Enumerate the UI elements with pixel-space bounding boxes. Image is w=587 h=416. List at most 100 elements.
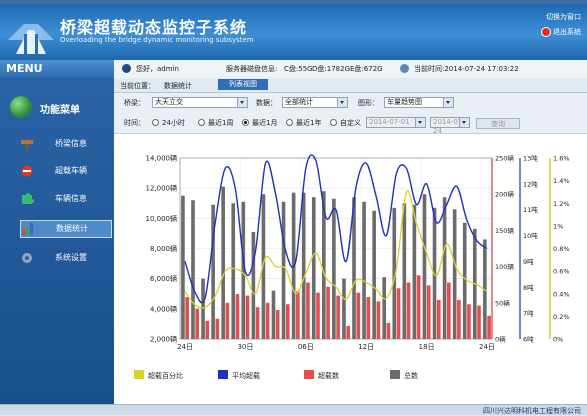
breadcrumb-label: 当前位置： [120,82,155,90]
line-overload-percent [184,190,488,309]
right-axis-percent-tick: 0.8% [553,245,570,253]
bar-overload-count [386,323,391,339]
bar-total [412,204,417,339]
disk-e: E盘:672G [350,65,383,73]
bar-overload-count [235,294,240,339]
sidebar-item-label: 桥梁信息 [55,139,87,148]
right-axis-count-tick: 50辆 [495,298,510,307]
radio-week[interactable] [198,119,205,126]
right-axis-weight-tick: 9吨 [523,257,534,266]
radio-24h[interactable] [152,119,159,126]
right-axis-percent-tick: 1.6% [553,155,570,163]
graph-select[interactable]: 车量趋势图 [384,97,454,108]
left-axis-tick: 8,000辆 [150,244,177,253]
list-view-button[interactable]: 列表视图 [218,79,268,90]
bar-overload-count [346,325,350,339]
date-from-select[interactable]: 2014-07-01 [366,117,426,128]
bar-total [301,192,306,339]
sidebar-item-overload-vehicles[interactable]: 超载车辆 [20,163,110,179]
bar-total [382,277,387,339]
bar-overload-count [447,282,451,339]
sidebar-heading: 功能菜单 [10,96,110,120]
bar-overload-count [245,295,250,339]
status-bar: 您好，admin 服务器磁盘信息: C盘:55G D盘:1782G E盘:672… [114,60,587,79]
line-average-overload [184,154,488,304]
data-select[interactable]: 全部统计 [282,97,348,108]
x-axis-tick: 06日 [298,343,314,351]
bar-overload-count [205,320,210,339]
greeting: 您好，admin [136,65,179,73]
bar-total [342,278,346,339]
bar-total [181,195,185,339]
bar-total [281,201,286,339]
user-icon [122,64,131,73]
exit-icon [541,27,551,37]
radio-year[interactable] [286,119,293,126]
bridge-logo-icon [8,24,54,54]
bar-overload-count [487,315,491,339]
disk-label: 服务器磁盘信息: [226,65,278,73]
left-axis-tick: 12,000辆 [146,184,178,193]
date-to-select[interactable]: 2014-07-24 [430,117,470,135]
bridge-label: 桥梁： [124,99,145,107]
gear-icon [22,253,32,263]
radio-custom[interactable] [330,119,337,126]
bar-overload-count [275,310,280,339]
app-title: 桥梁超载动态监控子系统 [60,18,248,37]
sidebar-item-bridge-info[interactable]: 桥梁信息 [20,136,110,152]
bar-total [251,231,256,339]
legend-label: 平均超载 [232,371,260,380]
disk-c: C盘:55G [284,65,313,73]
legend-label: 超载百分比 [148,371,183,380]
bar-total [462,222,467,339]
stop-sign-icon [21,165,33,177]
bar-overload-count [467,304,471,339]
menu-title: MENU [0,60,114,78]
sidebar-item-data-statistics[interactable]: 数据统计 [20,220,112,238]
switch-window-link[interactable]: 切换为窗口 [546,12,581,22]
clock-icon [400,64,409,73]
left-axis-tick: 6,000辆 [150,274,177,283]
bar-total [271,290,276,339]
bar-total [402,203,407,339]
globe-icon [10,96,32,118]
left-axis-tick: 4,000辆 [150,304,177,313]
sidebar-item-label: 超载车辆 [55,166,87,175]
legend-label: 总数 [404,371,418,380]
breadcrumb-item: 数据统计 [164,82,192,90]
chevron-down-icon [459,118,469,127]
disk-d: D盘:1782G [312,65,350,73]
sidebar-heading-label: 功能菜单 [40,105,80,116]
right-axis-percent-tick: 1.2% [553,200,570,208]
bar-total [201,278,205,339]
bar-overload-count [336,295,340,339]
bar-overload-count [306,282,310,339]
exit-link[interactable]: 退出系统 [541,27,581,37]
right-axis-weight-tick: 6吨 [523,335,534,344]
sidebar-item-vehicle-info[interactable]: 车辆信息 [20,191,110,207]
sidebar-item-system-settings[interactable]: 系统设置 [20,250,110,266]
data-select-value: 全部统计 [285,98,313,106]
query-button[interactable]: 查询 [476,118,520,129]
bridge-select-value: 大天立交 [155,98,183,106]
x-axis-tick: 30日 [237,343,253,351]
bar-overload-count [326,286,330,339]
bar-overload-count [316,292,320,339]
bar-overload-count [356,292,361,339]
bar-total [221,186,225,339]
radio-month[interactable] [242,119,249,126]
radio-label: 最近1年 [296,119,322,127]
bridge-select[interactable]: 大天立交 [152,97,248,108]
footer: 四川兴达明科机电工程有限公司 [0,404,587,415]
right-axis-weight-tick: 10吨 [523,231,538,240]
right-axis-weight-tick: 13吨 [523,154,538,163]
app-subtitle: Overloading the bridge dynamic monitorin… [60,36,254,44]
filter-panel: 桥梁： 大天立交 数据： 全部统计 图形： 车量趋势图 时间： 24小时 最近1… [114,93,587,135]
bar-chart-icon [22,223,33,235]
breadcrumb: 当前位置： 数据统计 列表视图 [114,78,587,93]
bar-overload-count [265,302,270,339]
bar-overload-count [416,275,421,339]
bar-overload-count [296,291,300,339]
exit-label: 退出系统 [553,28,581,36]
graph-select-value: 车量趋势图 [387,98,422,106]
